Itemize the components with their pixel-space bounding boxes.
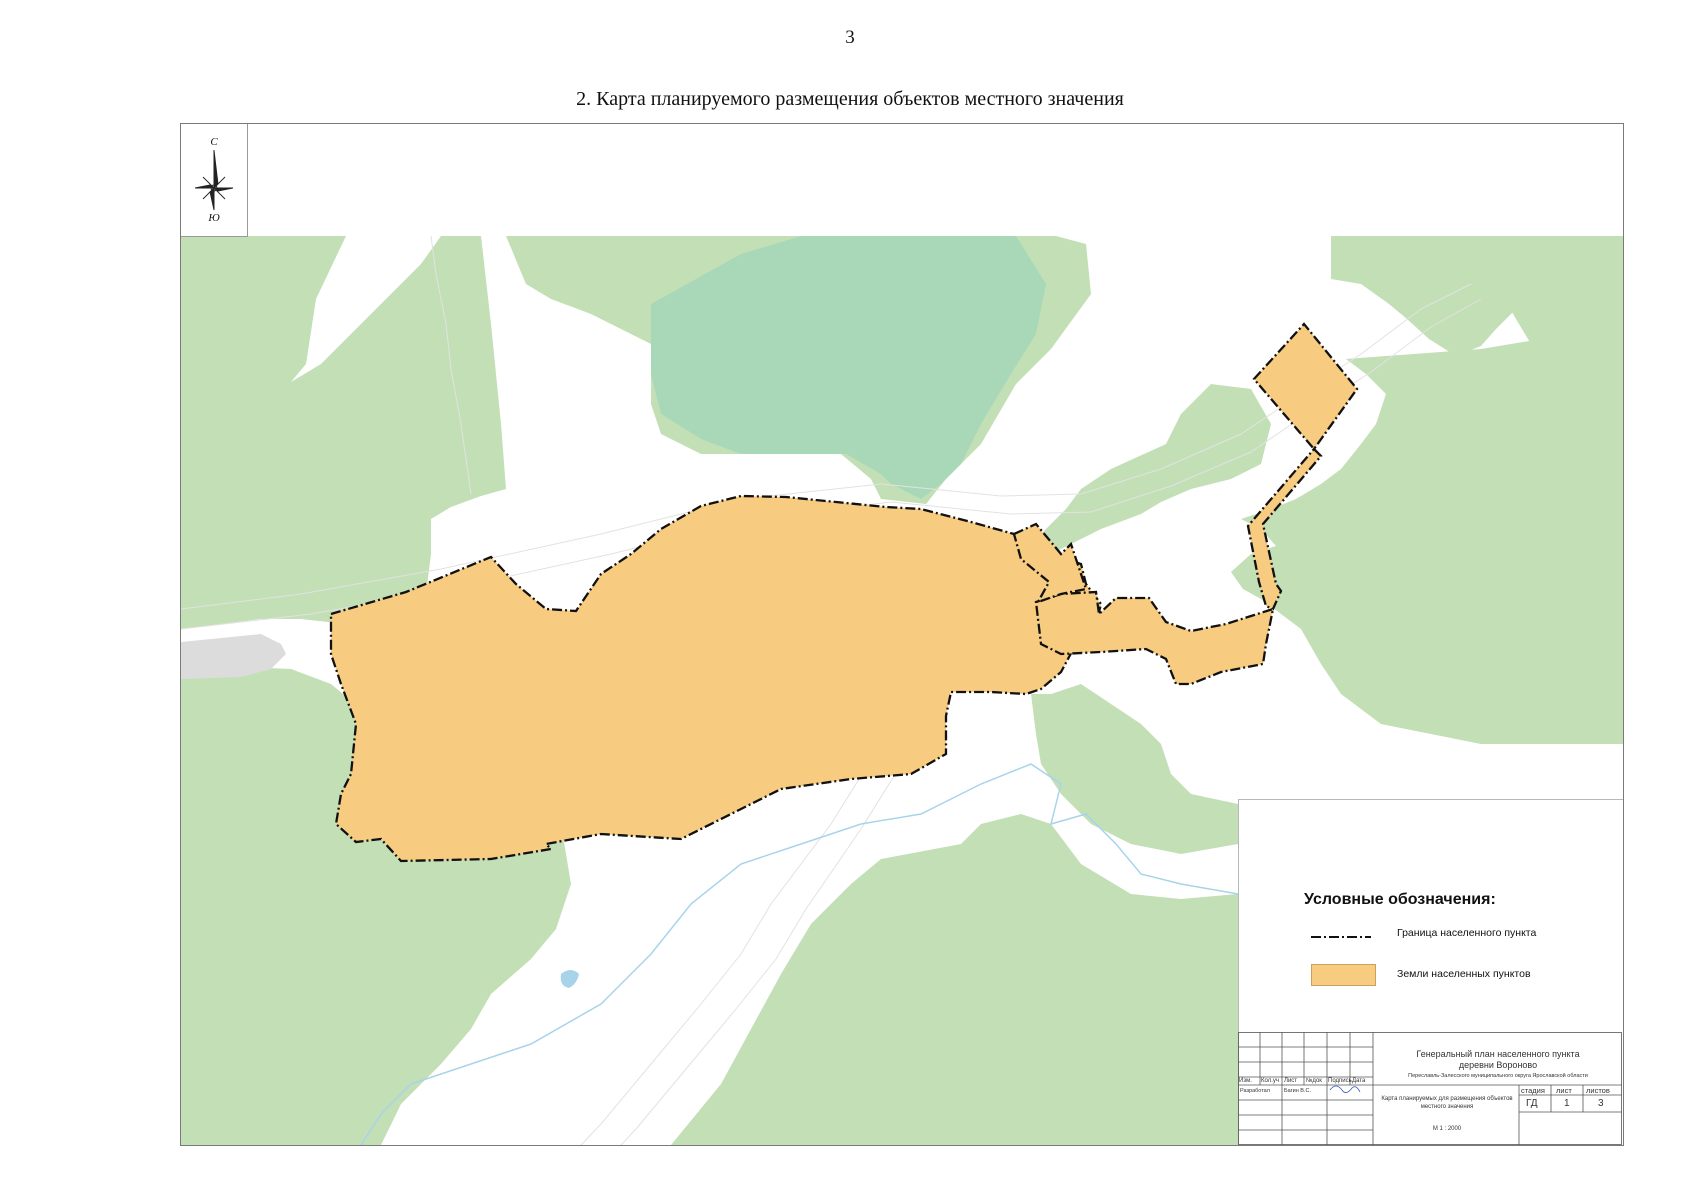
sheet-name: Карта планируемых для размещения объекто…	[1381, 1096, 1513, 1110]
pond	[560, 970, 579, 988]
forest-area-mid-south	[1031, 684, 1238, 854]
legend-item-boundary-label: Граница населенного пункта	[1397, 927, 1537, 939]
sheets-label: листов	[1586, 1086, 1610, 1095]
page-number: 3	[845, 27, 855, 48]
page-title: 2. Карта планируемого размещения объекто…	[576, 88, 1124, 110]
header-sheet: Лист	[1284, 1078, 1298, 1084]
settlement-area-main	[329, 494, 1103, 863]
forest-area-mid-east	[1041, 384, 1271, 554]
sheet-label: лист	[1556, 1086, 1572, 1095]
project-name: Генеральный план населенного пункта	[1416, 1049, 1580, 1059]
header-date: Дата	[1352, 1078, 1366, 1084]
map-sheet: С Ю Условные обозначения: Граница населе…	[180, 123, 1624, 1146]
developer-name: Багин В.С.	[1284, 1088, 1312, 1094]
project-name-line2: деревни Вороново	[1458, 1060, 1538, 1070]
title-block: Генеральный план населенного пункта дере…	[1238, 1032, 1622, 1145]
header-signature: Подпись	[1328, 1078, 1352, 1084]
header-count: Кол.уч	[1261, 1078, 1279, 1084]
sheets-value: 3	[1598, 1098, 1604, 1109]
developed-label: Разработал	[1240, 1088, 1270, 1094]
legend-title: Условные обозначения:	[1304, 891, 1496, 908]
compass: С Ю	[181, 124, 248, 237]
stage-value: ГД	[1526, 1098, 1538, 1109]
settlement-land-swatch	[1311, 964, 1376, 986]
boundary-line-icon	[1311, 936, 1371, 938]
scale: М 1 : 2000	[1432, 1126, 1462, 1132]
header-doc: №док	[1306, 1078, 1322, 1084]
header-change: Изм.	[1239, 1078, 1252, 1084]
legend-item-settlement-label: Земли населенных пунктов	[1397, 968, 1531, 980]
signature-icon	[1329, 1085, 1361, 1093]
forest-area-south	[671, 814, 1238, 1145]
compass-south-label: Ю	[208, 212, 220, 224]
stage-label: стадия	[1521, 1086, 1545, 1095]
sheet-value: 1	[1564, 1098, 1570, 1109]
project-region: Переславль-Залесского муниципального окр…	[1408, 1073, 1588, 1079]
